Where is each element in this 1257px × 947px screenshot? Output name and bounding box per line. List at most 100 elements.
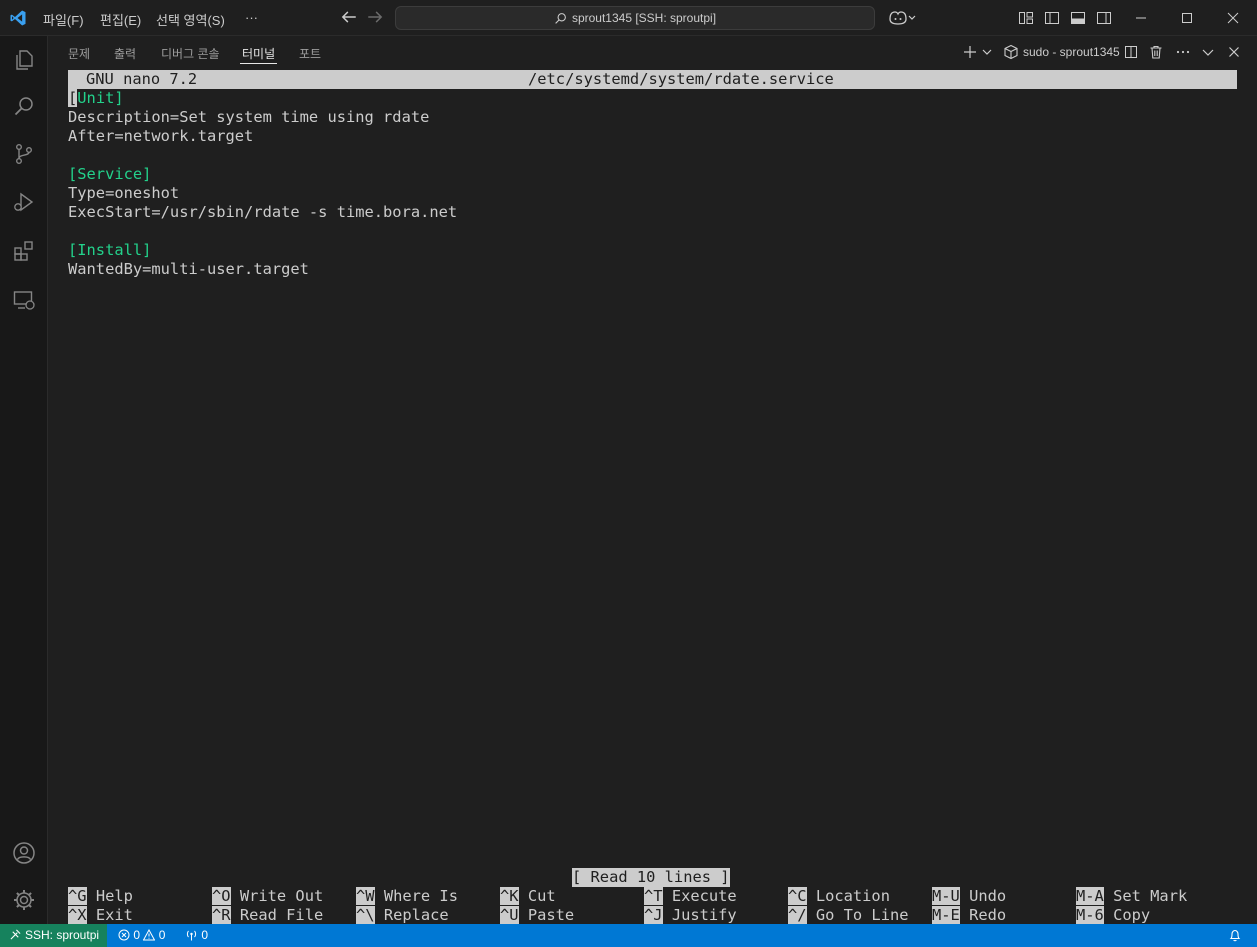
nano-line: After=network.target xyxy=(68,127,253,146)
menu-file[interactable]: 파일(F) xyxy=(43,10,84,29)
nano-shortcut: ^/ Go To Line xyxy=(788,906,909,925)
nano-shortcut: ^G Help xyxy=(68,887,133,906)
terminal-dropdown-chevron-icon[interactable] xyxy=(981,44,993,60)
vscode-logo-icon[interactable] xyxy=(9,9,27,27)
nano-shortcut: ^K Cut xyxy=(500,887,556,906)
search-icon xyxy=(555,13,566,25)
copilot-icon[interactable] xyxy=(887,10,917,26)
collapse-panel-chevron-icon[interactable] xyxy=(1200,44,1216,60)
status-bar: SSH: sproutpi 0 0 0 xyxy=(0,924,1257,947)
nano-line: Type=oneshot xyxy=(68,184,179,203)
shortcut-label: Go To Line xyxy=(815,906,909,924)
line-text: After=network.target xyxy=(68,127,254,145)
nano-status-message: [ Read 10 lines ] xyxy=(572,868,730,887)
forward-arrow-icon[interactable] xyxy=(366,8,384,26)
menu-selection[interactable]: 선택 영역(S) xyxy=(156,10,225,29)
remote-label: SSH: sproutpi xyxy=(25,928,100,942)
notifications-bell-icon[interactable] xyxy=(1229,929,1241,942)
shortcut-label: Exit xyxy=(95,906,133,924)
nano-shortcut: ^O Write Out xyxy=(212,887,323,906)
shortcut-key: ^C xyxy=(788,887,807,905)
settings-gear-icon[interactable] xyxy=(12,888,36,912)
warning-count: 0 xyxy=(158,928,166,942)
shortcut-label: Paste xyxy=(527,906,575,924)
shortcut-label: Read File xyxy=(239,906,324,924)
terminal-instance-name[interactable]: sudo - sprout1345 xyxy=(1023,45,1120,59)
toggle-panel-icon[interactable] xyxy=(1070,10,1086,26)
nano-shortcut: M-U Undo xyxy=(932,887,1006,906)
shortcut-label: Replace xyxy=(383,906,449,924)
remote-explorer-icon[interactable] xyxy=(12,288,36,312)
shortcut-key: ^J xyxy=(644,906,663,924)
account-icon[interactable] xyxy=(12,841,36,865)
nano-filename: /etc/systemd/system/rdate.service xyxy=(528,70,834,88)
active-tab-indicator xyxy=(240,63,277,64)
line-text: WantedBy=multi-user.target xyxy=(68,260,309,278)
shortcut-label: Redo xyxy=(969,906,1007,924)
tab-output[interactable]: 출력 xyxy=(114,45,136,62)
nano-line: [Unit] xyxy=(68,89,124,108)
line-text: Description=Set system time using rdate xyxy=(68,108,430,126)
shortcut-key: M-A xyxy=(1076,887,1104,905)
tab-terminal[interactable]: 터미널 xyxy=(242,45,275,62)
error-count: 0 xyxy=(133,928,141,942)
shortcut-label: Set Mark xyxy=(1113,887,1188,905)
split-terminal-icon[interactable] xyxy=(1123,44,1139,60)
text-cursor: [ xyxy=(68,89,78,107)
shortcut-label: Help xyxy=(95,887,133,905)
shortcut-label: Copy xyxy=(1113,906,1151,924)
shortcut-key: ^\ xyxy=(356,906,375,924)
extensions-icon[interactable] xyxy=(12,239,36,263)
remote-indicator[interactable]: SSH: sproutpi xyxy=(0,924,107,947)
source-control-icon[interactable] xyxy=(12,142,36,166)
menu-more[interactable]: ··· xyxy=(245,10,258,25)
shortcut-key: ^W xyxy=(356,887,375,905)
warning-icon xyxy=(143,928,156,941)
nano-shortcut: ^T Execute xyxy=(644,887,737,906)
tab-ports[interactable]: 포트 xyxy=(299,45,321,62)
kill-terminal-trash-icon[interactable] xyxy=(1148,44,1164,60)
ports-indicator[interactable]: 0 xyxy=(185,924,208,947)
menu-edit[interactable]: 편집(E) xyxy=(100,10,141,29)
title-bar: 파일(F) 편집(E) 선택 영역(S) ··· sprout1345 [SSH… xyxy=(0,0,1257,36)
shortcut-key: ^U xyxy=(500,906,519,924)
shortcut-label: Cut xyxy=(527,887,556,905)
shortcut-label: Location xyxy=(815,887,890,905)
minimize-icon[interactable] xyxy=(1133,10,1149,26)
shortcut-key: M-6 xyxy=(1076,906,1104,924)
shortcut-key: ^X xyxy=(68,906,87,924)
activity-bar xyxy=(0,36,48,924)
line-text: Type=oneshot xyxy=(68,184,180,202)
problems-indicator[interactable]: 0 0 xyxy=(118,924,165,947)
explorer-icon[interactable] xyxy=(12,48,36,72)
nano-shortcut: ^C Location xyxy=(788,887,890,906)
terminal-view[interactable]: GNU nano 7.2/etc/systemd/system/rdate.se… xyxy=(48,66,1257,924)
run-debug-icon[interactable] xyxy=(12,190,36,214)
tab-debug-console[interactable]: 디버그 콘솔 xyxy=(161,45,220,62)
nano-shortcut: ^U Paste xyxy=(500,906,574,925)
more-actions-ellipsis-icon[interactable] xyxy=(1175,44,1191,60)
new-terminal-plus-icon[interactable] xyxy=(962,44,978,60)
shortcut-key: ^/ xyxy=(788,906,807,924)
shortcut-key: ^T xyxy=(644,887,663,905)
remote-connection-icon xyxy=(10,929,21,940)
close-window-icon[interactable] xyxy=(1225,10,1241,26)
close-panel-icon[interactable] xyxy=(1226,44,1242,60)
toggle-secondary-sidebar-icon[interactable] xyxy=(1096,10,1112,26)
section-header: [Service] xyxy=(68,165,152,183)
maximize-icon[interactable] xyxy=(1179,10,1195,26)
tab-problems[interactable]: 문제 xyxy=(68,45,90,62)
command-center-search[interactable]: sprout1345 [SSH: sproutpi] xyxy=(395,6,875,30)
shortcut-key: ^R xyxy=(212,906,231,924)
error-icon xyxy=(118,929,130,941)
terminal-shell-icon xyxy=(1004,44,1018,60)
toggle-primary-sidebar-icon[interactable] xyxy=(1044,10,1060,26)
nano-line: [Service] xyxy=(68,165,151,184)
customize-layout-icon[interactable] xyxy=(1018,10,1034,26)
back-arrow-icon[interactable] xyxy=(340,8,358,26)
search-icon[interactable] xyxy=(12,94,36,118)
nano-shortcut: M-6 Copy xyxy=(1076,906,1150,925)
nano-line: ExecStart=/usr/sbin/rdate -s time.bora.n… xyxy=(68,203,457,222)
nano-shortcut: M-E Redo xyxy=(932,906,1006,925)
ports-count: 0 xyxy=(201,928,209,942)
